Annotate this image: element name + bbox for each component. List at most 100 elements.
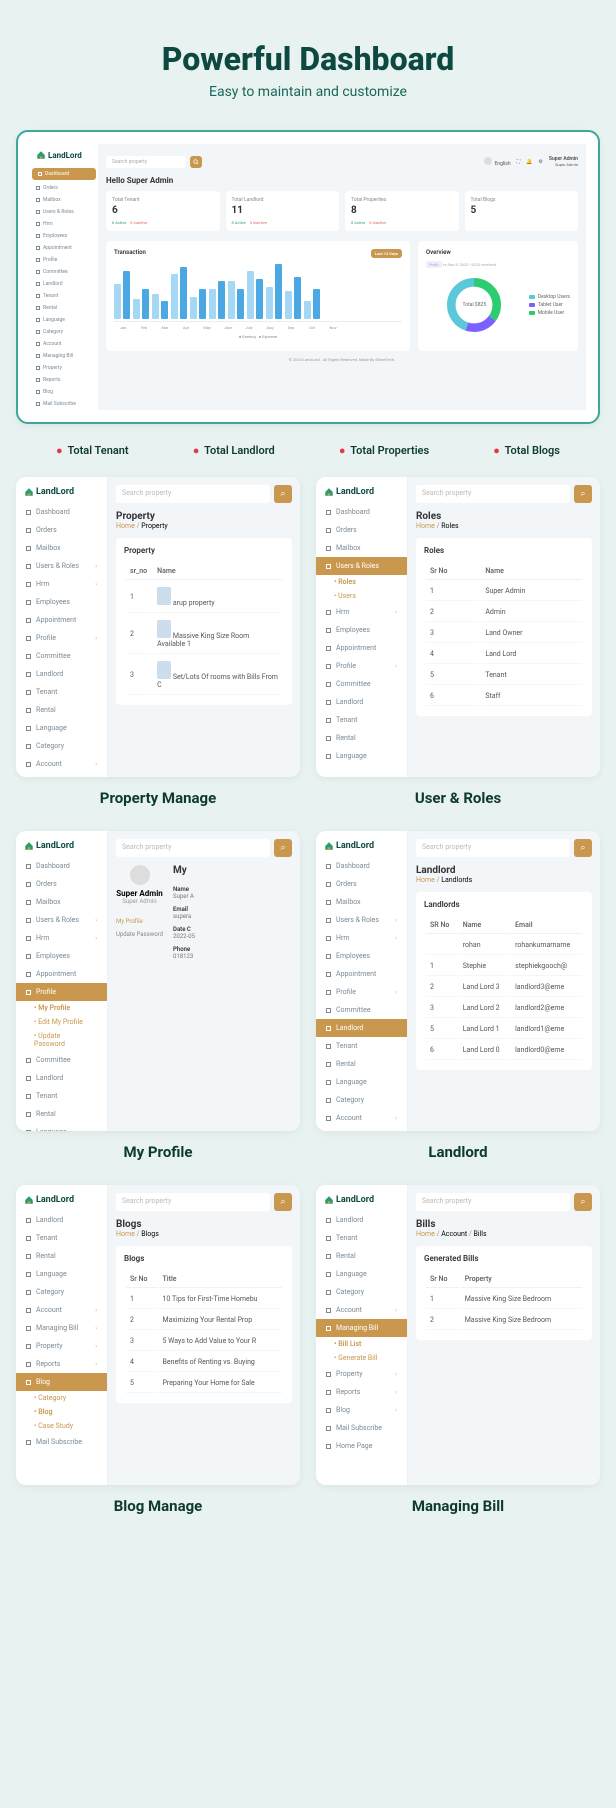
sidebar-item[interactable]: Managing Bill› [16,1319,107,1337]
sidebar-item[interactable]: Account› [16,1301,107,1319]
table-row[interactable]: 4Benefits of Renting vs. Buying [126,1353,282,1372]
table-row[interactable]: 2Maximizing Your Rental Prop [126,1311,282,1330]
search-input[interactable]: Search property [106,156,186,168]
sidebar-item[interactable]: Managing Bill› [316,1319,407,1337]
sidebar-item[interactable]: Home Page [316,1437,407,1455]
sidebar-item[interactable]: Account› [316,1301,407,1319]
submenu-item[interactable]: • Generate Bill [316,1351,407,1365]
sidebar-item-orders[interactable]: Orders [30,182,98,194]
search-button[interactable]: ⌕ [574,1193,592,1211]
sidebar-item[interactable]: Users & Roles› [16,557,107,575]
sidebar-item[interactable]: Profile› [316,983,407,1001]
table-row[interactable]: 3Land Owner [426,624,582,643]
sidebar-item[interactable]: Landlord [316,693,407,711]
table-row[interactable]: 2Land Lord 3landlord3@eme [426,978,582,997]
sidebar-item-employees[interactable]: Employees [30,230,98,242]
table-row[interactable]: 6Staff [426,687,582,706]
sidebar-item-profile[interactable]: Profile [30,254,98,266]
sidebar-item[interactable]: Hrm› [316,929,407,947]
sidebar-item[interactable]: Committee [316,675,407,693]
table-row[interactable]: 1Massive King Size Bedroom [426,1290,582,1309]
sidebar-item[interactable]: Language [316,1073,407,1091]
sidebar-item[interactable]: Committee [316,1001,407,1019]
sidebar-item[interactable]: Committee [16,647,107,665]
sidebar-item-landlord[interactable]: Landlord [30,278,98,290]
sidebar-item[interactable]: Employees [16,593,107,611]
table-row[interactable]: 35 Ways to Add Value to Your R [126,1332,282,1351]
sidebar-item[interactable]: Mail Subscribe [16,1433,107,1451]
sidebar-item[interactable]: Category [16,737,107,755]
sidebar-item[interactable]: Orders [16,521,107,539]
sidebar-item[interactable]: Dashboard [316,503,407,521]
expand-icon[interactable]: ⛶ [517,159,521,165]
sidebar-item[interactable]: Reports› [16,1355,107,1373]
table-row[interactable]: 1Super Admin [426,582,582,601]
sidebar-item[interactable]: Mailbox [16,893,107,911]
search-button[interactable]: ⌕ [574,839,592,857]
sidebar-item[interactable]: Rental [316,729,407,747]
logo[interactable]: LandLord [30,144,98,166]
sidebar-item[interactable]: Rental [316,1055,407,1073]
sidebar-item-mailbox[interactable]: Mailbox [30,194,98,206]
table-row[interactable]: 5Tenant [426,666,582,685]
sidebar-item[interactable]: Category [316,1091,407,1109]
sidebar-item[interactable]: Managing Bill› [316,1127,407,1131]
sidebar-item[interactable]: Landlord [16,665,107,683]
sidebar-item[interactable]: Appointment [16,611,107,629]
submenu-item[interactable]: • Bill List [316,1337,407,1351]
search-input[interactable]: Search property [116,839,270,857]
bell-icon[interactable]: 🔔 [526,159,532,165]
sidebar-item[interactable]: Dashboard [16,857,107,875]
search-input[interactable]: Search property [416,485,570,503]
sidebar-item[interactable]: Property› [316,1365,407,1383]
search-input[interactable]: Search property [416,839,570,857]
sidebar-item[interactable]: Profile› [16,629,107,647]
sidebar-item[interactable]: Language [316,747,407,765]
sidebar-item[interactable]: Landlord [316,1211,407,1229]
table-row[interactable]: 3Land Lord 2landlord2@eme [426,999,582,1018]
sidebar-item-appointment[interactable]: Appointment [30,242,98,254]
sidebar-item[interactable]: Profile› [16,983,107,1001]
sidebar-item[interactable]: Landlord [316,1019,407,1037]
sidebar-item[interactable]: Appointment [316,639,407,657]
table-row[interactable]: 2Massive King Size Bedroom [426,1311,582,1330]
sidebar-item[interactable]: Dashboard [16,503,107,521]
sidebar-item-committee[interactable]: Committee [30,266,98,278]
table-row[interactable]: 5Preparing Your Home for Sale [126,1374,282,1393]
table-row[interactable]: 2Admin [426,603,582,622]
sidebar-item[interactable]: Orders [316,875,407,893]
sidebar-item[interactable]: Language [16,1265,107,1283]
table-row[interactable]: 5Land Lord 1landlord1@eme [426,1020,582,1039]
sidebar-item[interactable]: Orders [316,521,407,539]
sidebar-item[interactable]: Mail Subscribe [316,1419,407,1437]
sidebar-item[interactable]: Language [16,719,107,737]
sidebar-item-users-roles[interactable]: Users & Roles [30,206,98,218]
sidebar-item[interactable]: Users & Roles› [316,911,407,929]
sidebar-item[interactable]: Users & Roles› [16,911,107,929]
sidebar-item[interactable]: Orders [16,875,107,893]
search-button[interactable]: ⌕ [274,1193,292,1211]
table-row[interactable]: rohanrohankumarname [426,936,582,955]
sidebar-item[interactable]: Account› [316,1109,407,1127]
submenu-item[interactable]: • Category [16,1391,107,1405]
submenu-item[interactable]: • Users [316,589,407,603]
lang-selector[interactable]: English [484,157,510,167]
submenu-item[interactable]: • Blog [16,1405,107,1419]
sidebar-item[interactable]: Blog› [16,1373,107,1391]
sidebar-item[interactable]: Rental [316,1247,407,1265]
sidebar-item[interactable]: Language [316,1265,407,1283]
search-input[interactable]: Search property [116,1193,270,1211]
sidebar-item[interactable]: Category [16,1283,107,1301]
sidebar-item[interactable]: Appointment [16,965,107,983]
sidebar-item[interactable]: Blog› [316,1401,407,1419]
sidebar-item[interactable]: Hrm› [316,603,407,621]
sidebar-item[interactable]: Rental [16,1105,107,1123]
period-pill[interactable]: Last 12 Days [371,249,402,258]
sidebar-item[interactable]: Dashboard [316,857,407,875]
sidebar-item[interactable]: Tenant [16,1229,107,1247]
submenu-item[interactable]: • Edit My Profile [16,1015,107,1029]
sidebar-item-dashboard[interactable]: Dashboard [32,168,96,180]
settings-icon[interactable]: ⚙ [538,159,542,165]
table-row[interactable]: 1 arup property [126,582,282,613]
user-menu[interactable]: Super AdminSuper Admin [549,156,578,168]
